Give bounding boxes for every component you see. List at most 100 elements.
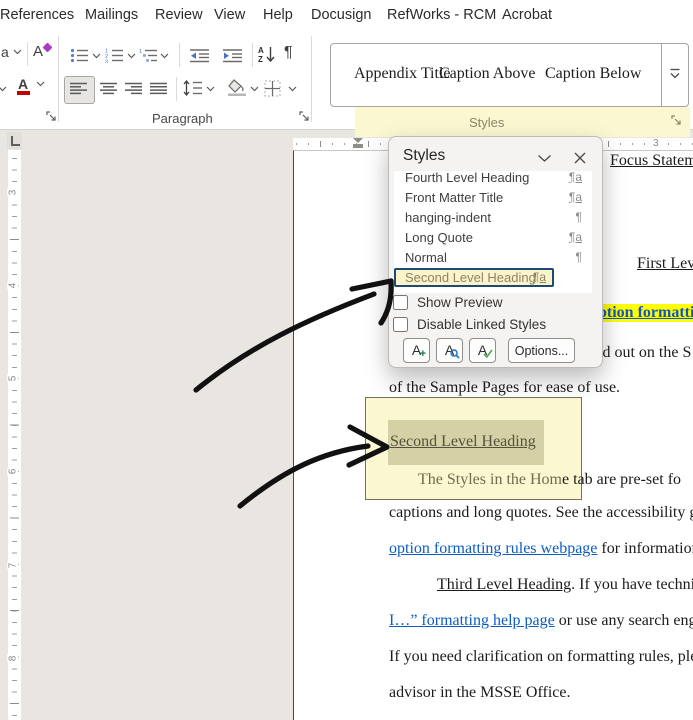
numbered-list-icon[interactable]: 1 2 3 — [105, 48, 124, 63]
style-caption-above[interactable]: Caption Above — [439, 65, 535, 83]
chevron-down-icon[interactable] — [0, 86, 7, 92]
style-caption-below[interactable]: Caption Below — [545, 65, 641, 83]
chevron-down-icon — [36, 81, 45, 87]
justify-icon[interactable] — [150, 82, 168, 95]
chevron-down-icon[interactable] — [92, 53, 101, 59]
svg-text:3: 3 — [105, 60, 108, 64]
style-item-front-matter-title[interactable]: Front Matter Title ¶a — [394, 188, 592, 208]
ribbon: a A A 1 2 3 1 A Z ¶ Paragraph Appendix T… — [0, 30, 693, 137]
hruler-label: 3 — [651, 138, 661, 149]
style-inspector-button[interactable]: A — [436, 338, 463, 363]
tab-stop-icon — [11, 136, 20, 146]
clear-formatting-button[interactable]: A — [33, 42, 53, 60]
svg-text:1: 1 — [139, 49, 142, 55]
vruler-label: 6 — [7, 467, 19, 476]
doc-line-option-link: option formatting rules webpage for info… — [389, 540, 693, 557]
line-spacing-icon[interactable] — [183, 80, 203, 96]
clear-formatting-icon: A — [33, 42, 53, 60]
chevron-down-icon[interactable] — [206, 86, 215, 92]
hyperlink-option-formatting[interactable]: option formatting rules webpage — [389, 540, 597, 557]
font-color-button[interactable]: A — [17, 76, 45, 95]
styles-pane-close-button[interactable] — [569, 149, 591, 167]
align-right-icon[interactable] — [125, 82, 143, 95]
style-item-fourth-level-heading[interactable]: Fourth Level Heading ¶a — [394, 171, 592, 188]
sort-icon: AZ — [258, 46, 264, 64]
tab-view[interactable]: View — [214, 7, 245, 23]
chevron-down-icon[interactable] — [250, 86, 259, 92]
vruler-label: 7 — [7, 561, 19, 570]
styles-pane-menu-button[interactable] — [533, 149, 555, 167]
tab-help[interactable]: Help — [263, 7, 293, 23]
chevron-down-icon[interactable] — [160, 53, 169, 59]
style-item-hanging-indent[interactable]: hanging-indent ¶ — [394, 208, 592, 228]
style-appendix-title[interactable]: Appendix Title — [354, 65, 450, 83]
change-case-button[interactable]: a — [1, 44, 22, 60]
tab-refworks[interactable]: RefWorks - RCM — [387, 7, 496, 23]
chevron-down-icon[interactable] — [127, 53, 136, 59]
decrease-indent-icon[interactable] — [190, 48, 210, 63]
styles-list: Fourth Level Heading ¶a Front Matter Titl… — [394, 171, 592, 293]
doc-line-captions: captions and long quotes. See the access… — [389, 504, 693, 521]
ribbon-tab-bar: References Mailings Review View Help Doc… — [0, 0, 693, 30]
bullet-list-icon[interactable] — [70, 48, 89, 63]
chevron-down-icon — [537, 154, 551, 162]
doc-line-styles-home-tab: The Styles in the Home tab are pre-set f… — [418, 471, 682, 488]
vertical-ruler[interactable]: 3 4 5 6 7 8 — [7, 150, 21, 720]
shading-icon[interactable] — [227, 79, 247, 96]
chevron-down-icon[interactable] — [288, 86, 297, 92]
styles-group-highlight: Styles — [355, 107, 690, 137]
align-center-icon[interactable] — [100, 82, 118, 95]
tab-acrobat[interactable]: Acrobat — [502, 7, 552, 23]
paragraph-dialog-launcher-icon[interactable] — [299, 111, 310, 122]
options-button[interactable]: Options... — [508, 338, 575, 363]
styles-gallery: Appendix Title Caption Above Caption Bel… — [330, 43, 689, 107]
doc-line-third-level: Third Level Heading. If you have technic… — [437, 576, 693, 593]
tab-references[interactable]: References — [0, 7, 74, 23]
style-item-normal[interactable]: Normal ¶ — [394, 248, 592, 268]
checkmark-icon — [483, 349, 493, 358]
vruler-label: 8 — [7, 654, 19, 663]
increase-indent-icon[interactable] — [223, 48, 243, 63]
doc-heading-focus: Focus Statement — [610, 152, 693, 169]
style-item-second-level-heading-selected[interactable]: Second Level Heading ¶a — [394, 268, 592, 288]
magnifier-icon — [450, 349, 460, 359]
doc-highlighted-link-fragment[interactable]: ption formatting — [598, 304, 693, 322]
hyperlink-formatting-help[interactable]: I…” formatting help page — [389, 612, 555, 629]
doc-second-level-heading: Second Level Heading — [390, 433, 536, 450]
change-case-icon: a — [1, 44, 9, 60]
indent-marker[interactable] — [353, 138, 363, 148]
font-color-icon: A — [17, 76, 30, 95]
styles-pane: Styles Fourth Level Heading ¶a Front Matt… — [388, 136, 603, 368]
disable-linked-styles-checkbox[interactable]: Disable Linked Styles — [393, 317, 546, 332]
gallery-more-icon[interactable] — [668, 68, 682, 81]
doc-line-help-link: I…” formatting help page or use any sear… — [389, 612, 693, 629]
tab-docusign[interactable]: Docusign — [311, 7, 371, 23]
styles-pane-title: Styles — [403, 147, 446, 164]
vruler-label: 4 — [7, 281, 19, 290]
styles-dialog-launcher-icon[interactable] — [671, 115, 682, 126]
close-icon — [574, 152, 586, 164]
doc-line-advisor: advisor in the MSSE Office. — [389, 684, 571, 701]
doc-line-sample-pages: of the Sample Pages for ease of use. — [389, 379, 621, 396]
style-item-long-quote[interactable]: Long Quote ¶a — [394, 228, 592, 248]
vruler-label: 3 — [7, 188, 19, 197]
chevron-down-icon — [13, 49, 22, 55]
tab-review[interactable]: Review — [155, 7, 203, 23]
manage-styles-button[interactable]: A — [469, 338, 496, 363]
tab-mailings[interactable]: Mailings — [85, 7, 138, 23]
doc-heading-first-level: First Level Heading — [637, 255, 693, 272]
tab-selector[interactable] — [7, 132, 22, 149]
align-left-icon — [70, 82, 87, 95]
multilevel-list-icon[interactable]: 1 — [139, 48, 158, 63]
vruler-label: 5 — [7, 374, 19, 383]
doc-text-fragment: id out on the S — [598, 344, 692, 361]
checkbox-icon — [393, 295, 408, 310]
new-style-button[interactable]: A + — [403, 338, 430, 363]
borders-icon[interactable] — [264, 80, 281, 97]
show-hide-pilcrow-button[interactable]: ¶ — [284, 44, 293, 62]
font-dialog-launcher-icon[interactable] — [46, 111, 57, 122]
word-window: References Mailings Review View Help Doc… — [0, 0, 693, 720]
pilcrow-icon: ¶ — [284, 44, 293, 61]
show-preview-checkbox[interactable]: Show Preview — [393, 295, 503, 310]
sort-button[interactable]: AZ — [258, 46, 275, 64]
